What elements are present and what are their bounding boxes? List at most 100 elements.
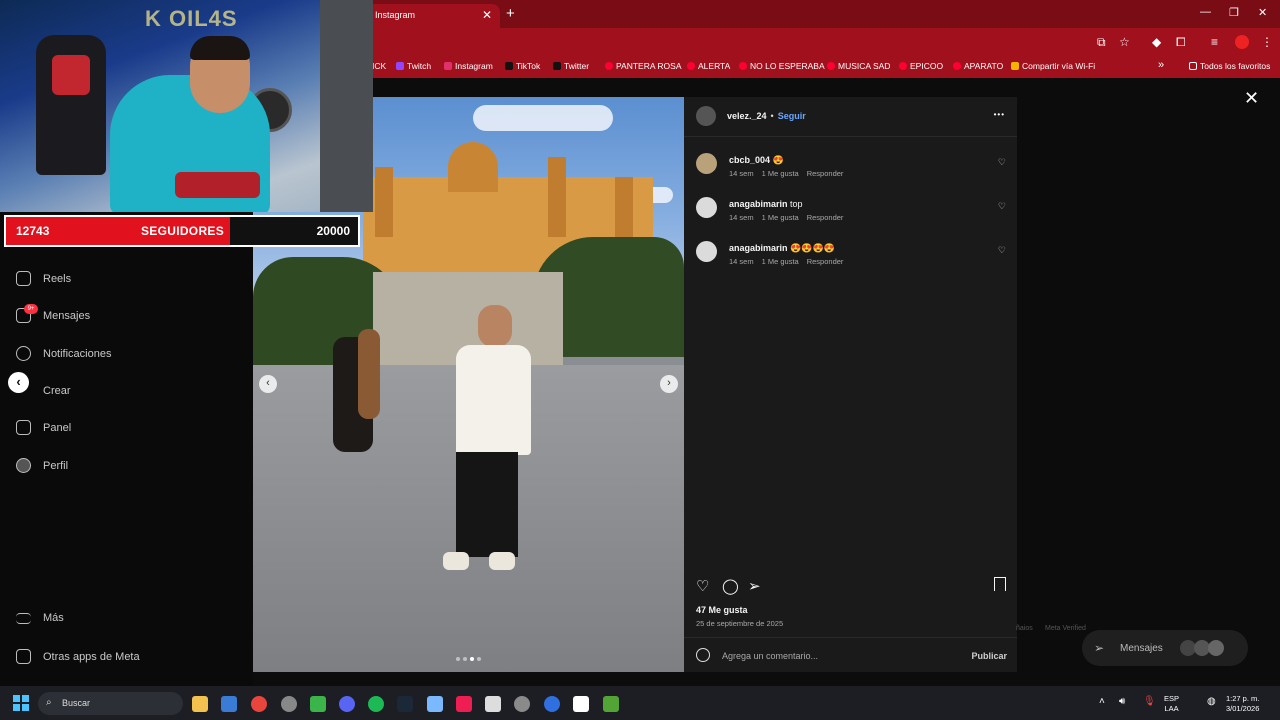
sidebar-item-label: Mensajes xyxy=(43,309,91,322)
more-bookmarks-icon[interactable]: » xyxy=(1158,59,1164,71)
previous-post-button[interactable]: ‹ xyxy=(8,372,29,393)
bookmark-pantera-rosa[interactable]: PANTERA ROSA xyxy=(605,61,682,71)
author-username[interactable]: velez._24 xyxy=(727,111,767,121)
bookmark-twitter[interactable]: Twitter xyxy=(553,61,589,71)
publish-button[interactable]: Publicar xyxy=(971,651,1007,661)
tab-instagram[interactable]: Instagram ✕ xyxy=(365,4,500,28)
comment-likes[interactable]: 1 Me gusta xyxy=(762,169,799,178)
bookmark-compartir-wifi[interactable]: Compartir vía Wi-Fi xyxy=(1011,61,1095,71)
bookmark-star-icon[interactable]: ☆ xyxy=(1119,35,1130,49)
tray-expand-icon[interactable]: ˄ xyxy=(1099,697,1105,707)
store-icon[interactable] xyxy=(221,696,237,712)
carousel-dot-active xyxy=(470,657,474,661)
comment-reply[interactable]: Responder xyxy=(807,257,844,266)
carousel-next-icon[interactable]: › xyxy=(660,375,678,393)
comment-avatar[interactable] xyxy=(696,241,717,262)
close-post-icon[interactable]: ✕ xyxy=(1244,88,1259,109)
discord-icon[interactable] xyxy=(339,696,355,712)
minimize-icon[interactable]: — xyxy=(1200,6,1211,18)
sidebar-item-panel[interactable]: Panel xyxy=(16,420,71,435)
network-icon[interactable]: ◍ xyxy=(1207,697,1216,707)
profile-avatar-icon[interactable] xyxy=(1235,35,1249,49)
comment-likes[interactable]: 1 Me gusta xyxy=(762,257,799,266)
language-indicator[interactable]: ESP LAA xyxy=(1164,694,1179,714)
author-row: velez._24 • Seguir xyxy=(727,111,806,121)
comment-username[interactable]: cbcb_004 xyxy=(729,155,770,165)
bookmark-label: ICK xyxy=(372,61,387,71)
capcut-icon[interactable] xyxy=(573,696,589,712)
comment-username[interactable]: anagabimarin xyxy=(729,243,788,253)
install-app-icon[interactable]: ⧉ xyxy=(1097,35,1106,50)
author-avatar[interactable] xyxy=(696,106,716,126)
sidebar-item-meta-apps[interactable]: Otras apps de Meta xyxy=(16,649,140,664)
comment-like-icon[interactable]: ♡ xyxy=(998,157,1006,168)
media-control-icon[interactable]: ≡ xyxy=(1211,35,1218,49)
comment-reply[interactable]: Responder xyxy=(807,213,844,222)
comment-like-icon[interactable]: ♡ xyxy=(998,201,1006,212)
minecraft-icon[interactable] xyxy=(603,696,619,712)
comment-input[interactable]: Agrega un comentario... xyxy=(722,651,818,661)
tab-close-icon[interactable]: ✕ xyxy=(482,8,492,22)
comment-likes[interactable]: 1 Me gusta xyxy=(762,213,799,222)
app-icon[interactable] xyxy=(544,696,560,712)
sidebar-item-more[interactable]: Más xyxy=(16,612,64,624)
bookmark-alerta[interactable]: ALERTA xyxy=(687,61,730,71)
save-bookmark-icon[interactable] xyxy=(994,577,1006,591)
app-icon[interactable] xyxy=(310,696,326,712)
extension-diamond-icon[interactable]: ◆ xyxy=(1152,35,1161,49)
new-tab-button[interactable]: + xyxy=(506,5,515,22)
comment-bubble-icon[interactable]: ◯ xyxy=(722,577,739,595)
steam-icon[interactable] xyxy=(397,696,413,712)
bookmark-ick[interactable]: ICK xyxy=(372,61,386,71)
app-icon[interactable] xyxy=(281,696,297,712)
footer-link[interactable]: Meta Verified xyxy=(1045,625,1086,632)
emoji-icon[interactable] xyxy=(696,648,710,662)
comment-avatar[interactable] xyxy=(696,197,717,218)
start-button[interactable] xyxy=(13,695,29,711)
avatar xyxy=(1208,640,1224,656)
bookmark-aparato[interactable]: APARATO xyxy=(953,61,1003,71)
app-icon[interactable] xyxy=(485,696,501,712)
file-explorer-icon[interactable] xyxy=(192,696,208,712)
sidebar-item-profile[interactable]: Perfil xyxy=(16,458,68,473)
like-heart-icon[interactable]: ♡ xyxy=(696,577,709,595)
bookmark-label: ALERTA xyxy=(698,61,731,71)
comment-text: 😍 xyxy=(772,155,784,165)
more-options-icon[interactable]: ••• xyxy=(994,110,1005,119)
window-close-icon[interactable]: ✕ xyxy=(1258,6,1267,19)
follow-button[interactable]: Seguir xyxy=(778,111,806,121)
settings-icon[interactable] xyxy=(514,696,530,712)
browser-menu-icon[interactable]: ⋮ xyxy=(1261,35,1273,49)
chrome-icon[interactable] xyxy=(251,696,267,712)
maximize-icon[interactable]: ❐ xyxy=(1229,6,1239,19)
comment-text: top xyxy=(790,199,803,209)
share-send-icon[interactable]: ➢ xyxy=(748,577,761,595)
bookmark-instagram[interactable]: Instagram xyxy=(444,61,493,71)
app-icon[interactable] xyxy=(427,696,443,712)
speaker-icon[interactable]: 🔊︎ xyxy=(1119,697,1125,707)
carousel-prev-icon[interactable]: ‹ xyxy=(259,375,277,393)
extensions-puzzle-icon[interactable]: ⧠ xyxy=(1176,35,1186,50)
clock[interactable]: 1:27 p. m. 3/01/2026 xyxy=(1226,694,1259,714)
bookmark-tiktok[interactable]: TikTok xyxy=(505,61,540,71)
bookmark-no-lo-esperaba[interactable]: NO LO ESPERABA xyxy=(739,61,825,71)
spotify-icon[interactable] xyxy=(368,696,384,712)
floating-messages-button[interactable]: ➢ Mensajes xyxy=(1082,630,1248,666)
sidebar-item-reels[interactable]: Reels xyxy=(16,271,71,286)
all-favorites-button[interactable]: Todos los favoritos xyxy=(1189,61,1270,71)
comment-username[interactable]: anagabimarin xyxy=(729,199,788,209)
bookmark-twitch[interactable]: Twitch xyxy=(396,61,431,71)
taskbar-search[interactable]: ⌕ Buscar xyxy=(38,692,183,715)
windows-logo-tile xyxy=(22,695,29,702)
comment-like-icon[interactable]: ♡ xyxy=(998,245,1006,256)
comment-avatar[interactable] xyxy=(696,153,717,174)
footer-link[interactable]: ñaios xyxy=(1016,625,1033,632)
tiktok-icon[interactable] xyxy=(456,696,472,712)
sidebar-item-notifications[interactable]: Notificaciones xyxy=(16,346,111,361)
like-count[interactable]: 47 Me gusta xyxy=(696,605,748,615)
microphone-icon[interactable]: 🎙︎ xyxy=(1143,697,1156,707)
bookmark-musica-sad[interactable]: MUSICA SAD xyxy=(827,61,890,71)
bookmark-epicoo[interactable]: EPICOO xyxy=(899,61,943,71)
comment-reply[interactable]: Responder xyxy=(807,169,844,178)
comment-age: 14 sem xyxy=(729,213,754,222)
